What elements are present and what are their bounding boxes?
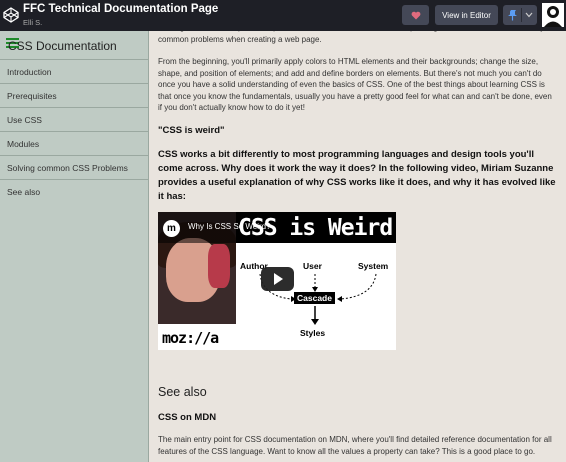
basics-paragraph: From the beginning, you'll primarily app… [158,57,552,112]
play-button[interactable] [261,267,294,291]
sidebar-item-introduction[interactable]: Introduction [0,60,148,84]
top-bar: FFC Technical Documentation Page Elli S.… [0,0,566,31]
sidebar-header: CSS Documentation [0,31,148,60]
sidebar-item-use-css[interactable]: Use CSS [0,108,148,132]
see-also-heading: See also [158,385,207,399]
chevron-down-icon[interactable] [525,12,533,18]
sidebar-item-prerequisites[interactable]: Prerequisites [0,84,148,108]
view-in-editor-button[interactable]: View in Editor [435,5,498,25]
pin-button[interactable] [503,5,537,25]
pin-icon [508,10,517,21]
intro-paragraph: Solving common CSS problems provides lin… [158,31,544,44]
sidebar-item-see-also[interactable]: See also [0,180,148,204]
css-is-weird-heading: "CSS is weird" [158,125,225,136]
pin-button-separator [521,8,522,22]
pen-title: FFC Technical Documentation Page [23,3,219,15]
like-button[interactable] [402,5,429,25]
mdn-paragraph: The main entry point for CSS documentati… [158,435,552,456]
sidebar-item-solving-problems[interactable]: Solving common CSS Problems [0,156,148,180]
sidebar-nav: CSS Documentation Introduction Prerequis… [0,31,149,462]
heart-icon [411,11,420,19]
sidebar-title: CSS Documentation [8,39,117,53]
css-is-weird-paragraph: CSS works a bit differently to most prog… [158,149,556,202]
avatar-icon [542,3,564,27]
codepen-logo-icon[interactable] [3,7,19,23]
css-on-mdn-heading: CSS on MDN [158,412,217,423]
video-embed[interactable]: moz://a m Why Is CSS So Weird? CSS is We… [158,212,396,350]
sidebar-item-modules[interactable]: Modules [0,132,148,156]
user-avatar[interactable] [542,3,564,27]
pen-author[interactable]: Elli S. [23,18,42,27]
